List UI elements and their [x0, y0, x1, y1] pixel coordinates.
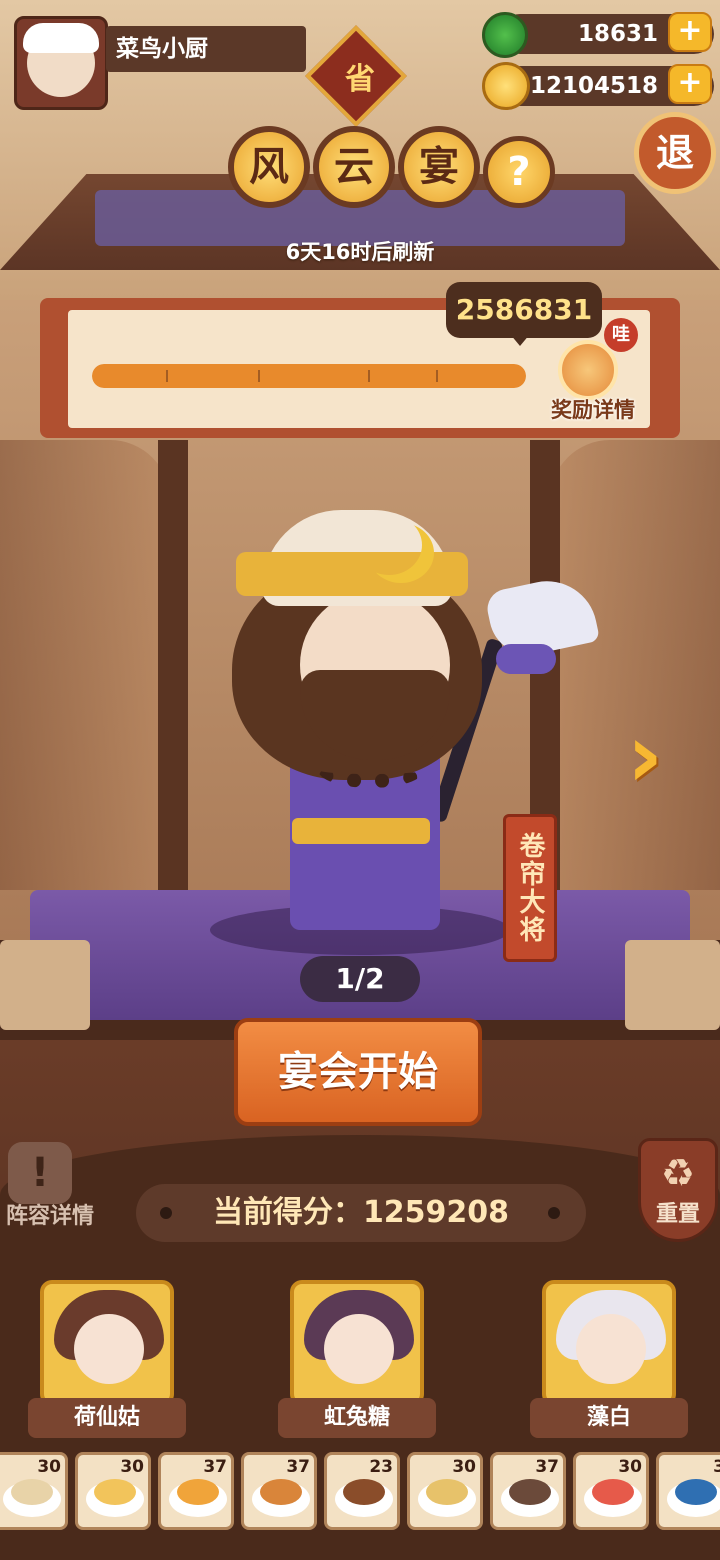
pillar-left	[158, 440, 188, 900]
character-beads	[318, 752, 424, 788]
guest-face	[324, 1314, 394, 1384]
character-name-plaque: 卷帘大将	[503, 814, 557, 962]
dish-count: 30	[618, 1457, 642, 1477]
dish-item[interactable]: 37	[241, 1452, 317, 1530]
guest-face	[74, 1314, 144, 1384]
event-title-char-3: 宴	[398, 126, 480, 208]
food-icon	[94, 1479, 136, 1505]
reward-gift-icon[interactable]	[558, 340, 618, 400]
page-indicator: 1/2	[300, 956, 420, 1002]
player-name: 菜鸟小厨	[106, 26, 306, 72]
curtain-left	[0, 440, 170, 890]
jade-icon	[482, 12, 528, 58]
progress-tick	[166, 370, 168, 382]
event-title-char-1: 风	[228, 126, 310, 208]
exclamation-icon[interactable]: !	[8, 1142, 72, 1204]
guest-name: 藻白	[530, 1398, 688, 1438]
character-headband	[236, 552, 468, 596]
dish-item[interactable]: 30	[75, 1452, 151, 1530]
reset-label: 重置	[655, 1202, 700, 1227]
food-icon	[675, 1479, 717, 1505]
dish-item[interactable]: 30	[573, 1452, 649, 1530]
guest-card[interactable]	[542, 1280, 676, 1406]
refresh-countdown: 6天16时后刷新	[285, 240, 435, 264]
event-title-char-2: 云	[313, 126, 395, 208]
decor-dot	[160, 1207, 172, 1219]
food-icon	[177, 1479, 219, 1505]
dish-row: 30 30 37 37 23 30 37 30 3	[0, 1452, 720, 1532]
dish-item[interactable]: 23	[324, 1452, 400, 1530]
side-table-left	[0, 940, 90, 1030]
dish-item[interactable]: 30	[0, 1452, 68, 1530]
curtain-right	[550, 440, 720, 890]
food-icon	[11, 1479, 53, 1505]
food-icon	[260, 1479, 302, 1505]
current-score-label: 当前得分：	[212, 1195, 363, 1230]
help-button[interactable]: ?	[483, 136, 555, 208]
coin-icon	[482, 62, 530, 110]
target-score-bubble: 2586831	[446, 282, 602, 338]
dish-count: 30	[120, 1457, 144, 1477]
chevron-right-icon[interactable]: ›	[612, 708, 678, 804]
avatar-hat	[23, 23, 99, 53]
decor-dot	[548, 1207, 560, 1219]
guest-name: 荷仙姑	[28, 1398, 186, 1438]
dish-item[interactable]: 30	[407, 1452, 483, 1530]
reward-details-button[interactable]: 奖励详情	[538, 394, 648, 424]
dish-count: 23	[369, 1457, 393, 1477]
dish-item[interactable]: 37	[490, 1452, 566, 1530]
guest-name: 虹兔糖	[278, 1398, 436, 1438]
progress-tick	[368, 370, 370, 382]
dish-count: 30	[37, 1457, 61, 1477]
progress-tick	[436, 370, 438, 382]
dish-count: 37	[203, 1457, 227, 1477]
add-jade-button[interactable]: +	[668, 12, 712, 52]
exit-button[interactable]: 退	[634, 112, 716, 194]
dish-count: 30	[452, 1457, 476, 1477]
staff-orb	[496, 644, 556, 674]
dish-item[interactable]: 37	[158, 1452, 234, 1530]
bubble-tail	[510, 334, 530, 346]
start-banquet-button[interactable]: 宴会开始	[234, 1018, 482, 1126]
character-belt	[292, 818, 430, 844]
dish-count: 3	[713, 1457, 720, 1477]
dish-item[interactable]: 3	[656, 1452, 720, 1530]
current-score: 当前得分：1259208	[136, 1184, 586, 1242]
food-icon	[509, 1479, 551, 1505]
dish-count: 37	[535, 1457, 559, 1477]
score-progress-fill	[92, 364, 526, 388]
add-coin-button[interactable]: +	[668, 64, 712, 104]
current-score-value: 1259208	[362, 1195, 510, 1230]
dish-count: 37	[286, 1457, 310, 1477]
wow-badge: 哇	[604, 318, 638, 352]
score-progress-bar	[92, 364, 526, 388]
guest-face	[576, 1314, 646, 1384]
province-badge-label: 省	[345, 62, 375, 97]
side-table-right	[625, 940, 720, 1030]
recycle-icon: ♻	[660, 1151, 696, 1195]
lineup-details-button[interactable]: 阵容详情	[0, 1198, 110, 1230]
player-avatar[interactable]	[14, 16, 108, 110]
guest-card[interactable]	[290, 1280, 424, 1406]
progress-tick	[258, 370, 260, 382]
food-icon	[426, 1479, 468, 1505]
guest-card[interactable]	[40, 1280, 174, 1406]
food-icon	[592, 1479, 634, 1505]
food-icon	[343, 1479, 385, 1505]
moon-ornament-icon	[356, 515, 422, 575]
